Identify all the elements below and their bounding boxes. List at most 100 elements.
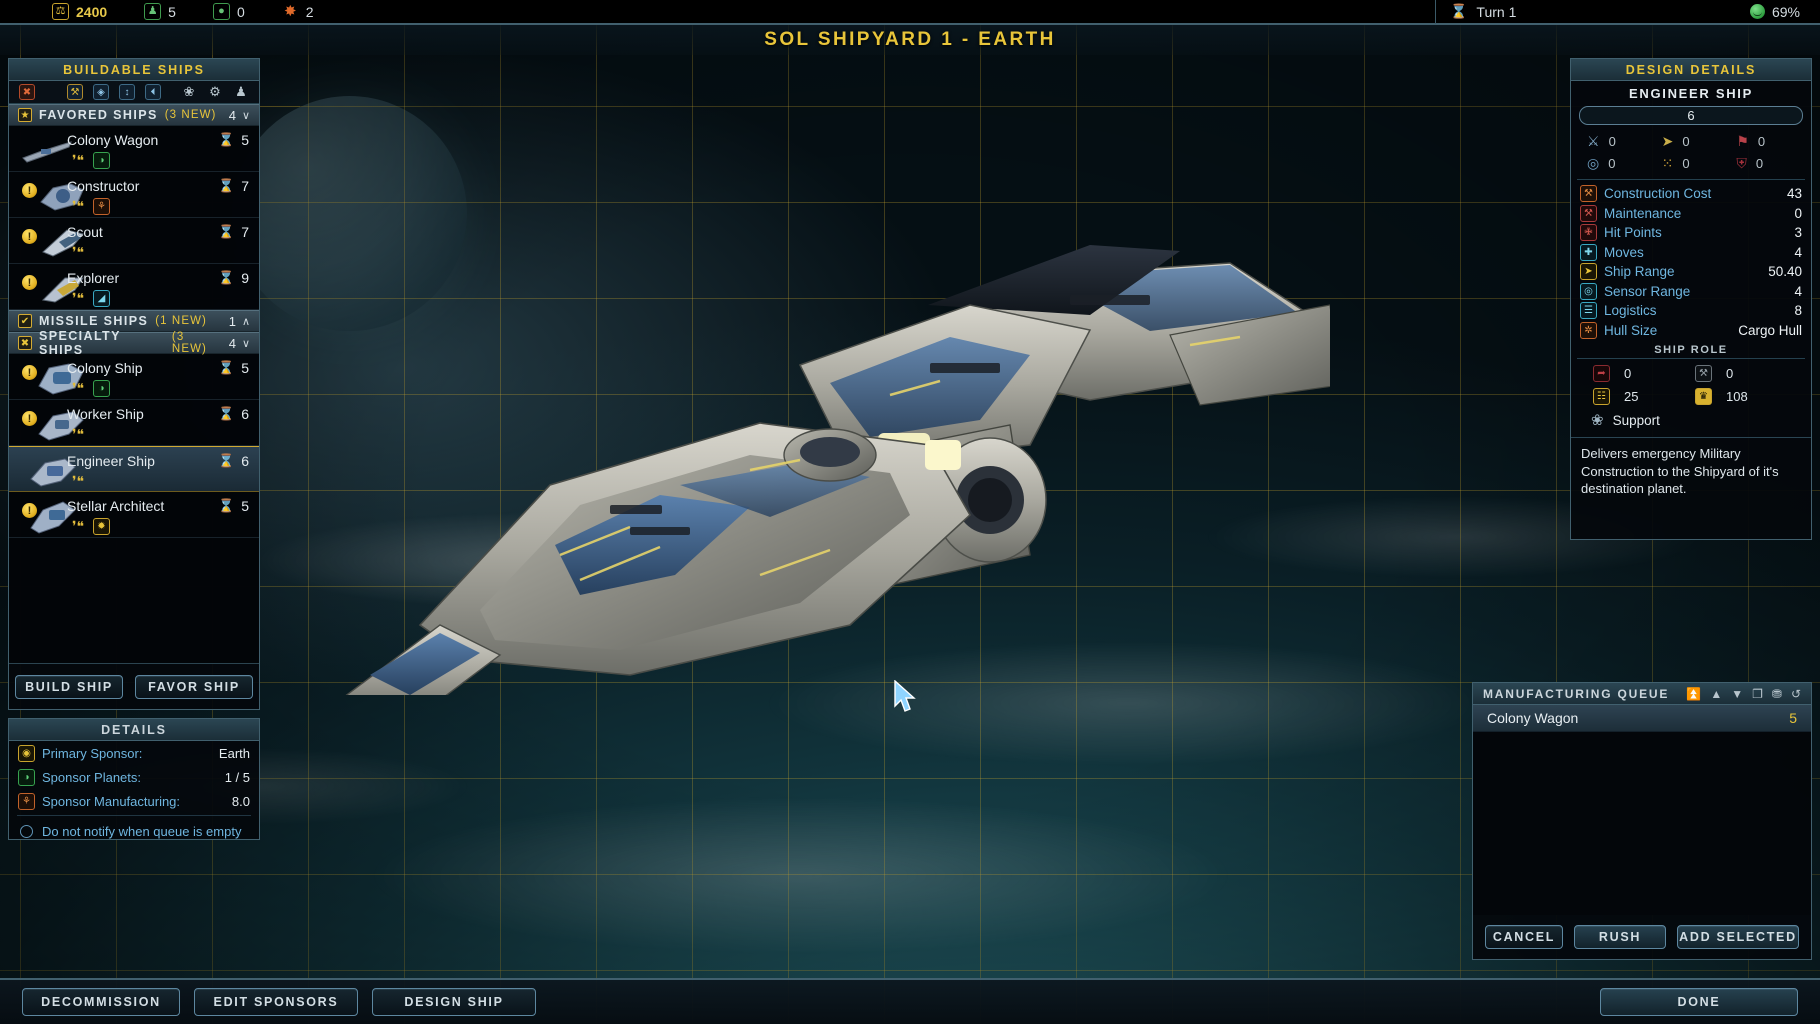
ship-row-worker-ship[interactable]: ! Worker Ship ❜❝ ⌛ 6 — [9, 400, 259, 446]
line-label: Moves — [1604, 244, 1644, 260]
divider — [1577, 179, 1805, 180]
gem-filter-icon[interactable]: ◈ — [93, 84, 109, 100]
chevron-down-icon[interactable]: ∨ — [242, 337, 250, 350]
point-defense-stat: ⁙ 0 — [1654, 155, 1729, 172]
detail-label: Primary Sponsor: — [42, 745, 143, 761]
crown-role-stat: ♛ 108 — [1695, 388, 1797, 405]
explore-badge-icon: ◢ — [93, 290, 110, 307]
rush-button[interactable]: Rush — [1574, 925, 1666, 949]
ship-row-stellar-architect[interactable]: ! Stellar Architect ❜❝ ✹ ⌛ 5 — [9, 492, 259, 538]
role-stat-value: 108 — [1726, 389, 1748, 404]
move-up-icon[interactable]: ▲ — [1710, 687, 1722, 701]
person-icon[interactable]: ♟ — [233, 84, 249, 100]
ship-row-constructor[interactable]: ! Constructor ❜❝ ⚘ ⌛ 7 — [9, 172, 259, 218]
ship-row-colony-wagon[interactable]: Colony Wagon ❜❝ ◑ ⌛ 5 — [9, 126, 259, 172]
role-stat-value: 25 — [1624, 389, 1639, 404]
chevron-up-icon[interactable]: ∧ — [242, 315, 250, 328]
moves-icon: ✚ — [1580, 243, 1597, 261]
ship-name: Colony Wagon — [67, 132, 159, 148]
ship-role-stats: ➦ 0 ⚒ 0 ☷ 25 ♛ 108 — [1571, 363, 1811, 407]
queue-item-colony-wagon[interactable]: Colony Wagon 5 — [1473, 705, 1811, 732]
move-to-top-icon[interactable]: ⏫ — [1686, 687, 1701, 701]
top-resource-bar: ⚖ 2400 ♟ 5 ● 0 ✸ 2 ⌛ Turn 1 69% — [0, 0, 1820, 25]
design-ship-button[interactable]: Design Ship — [372, 988, 536, 1016]
design-line-ship-range: ➤ Ship Range 50.40 — [1571, 262, 1811, 282]
design-line-hull-size: ✲ Hull Size Cargo Hull — [1571, 321, 1811, 341]
line-value: 43 — [1786, 186, 1802, 202]
ship-row-scout[interactable]: ! Scout ❜❝ ⌛ 7 — [9, 218, 259, 264]
done-button[interactable]: Done — [1600, 988, 1798, 1016]
gear-icon[interactable]: ⚙ — [207, 84, 223, 100]
stat-value: 0 — [1682, 156, 1690, 171]
sort-filter-icon[interactable]: ↕ — [119, 84, 135, 100]
duplicate-icon[interactable]: ❐ — [1752, 687, 1763, 701]
favored-star-icon[interactable]: ★ — [18, 108, 32, 122]
build-ship-button[interactable]: Build Ship — [15, 674, 123, 699]
stat-value: 0 — [1608, 134, 1616, 149]
group-label: Favored Ships — [39, 108, 158, 122]
chevron-down-icon[interactable]: ∨ — [242, 109, 250, 122]
delete-icon[interactable]: ⛃ — [1772, 687, 1782, 701]
detail-row-primary-sponsor: ◉ Primary Sponsor: Earth — [9, 741, 259, 765]
line-label: Logistics — [1604, 303, 1657, 319]
stat-value: 0 — [1682, 134, 1690, 149]
cargo-role-stat: ☷ 25 — [1593, 388, 1695, 405]
resource-food[interactable]: ● 0 — [212, 3, 245, 20]
specialty-check-icon[interactable]: ✖ — [18, 336, 32, 350]
edit-sponsors-button[interactable]: Edit Sponsors — [194, 988, 358, 1016]
detail-row-sponsor-planets: ◑ Sponsor Planets: 1 / 5 — [9, 765, 259, 789]
favor-ship-button[interactable]: Favor Ship — [135, 674, 253, 699]
design-line-logistics: ☰ Logistics 8 — [1571, 301, 1811, 321]
notify-radio-icon[interactable] — [20, 824, 33, 838]
population-icon: ♟ — [144, 3, 162, 20]
group-label: Missile Ships — [39, 314, 149, 328]
line-label: Hull Size — [1604, 322, 1658, 338]
treasury-value: 2400 — [76, 3, 108, 20]
cargo-role-icon: ☷ — [1593, 388, 1610, 405]
group-header-favored-ships[interactable]: ★ Favored Ships (3 new) 4 ∨ — [9, 104, 259, 126]
details-header: Details — [9, 719, 259, 741]
ship-row-explorer[interactable]: ! Explorer ❜❝ ◢ ⌛ 9 — [9, 264, 259, 310]
buildable-action-buttons: Build Ship Favor Ship — [9, 663, 259, 709]
group-header-specialty-ships[interactable]: ✖ Specialty Ships (3 new) 4 ∨ — [9, 329, 259, 357]
topbar-right-group: ⌛ Turn 1 69% — [1434, 0, 1820, 24]
detail-value: 1 / 5 — [224, 769, 250, 785]
cancel-button[interactable]: Cancel — [1485, 925, 1563, 949]
design-ship-name: Engineer Ship — [1629, 86, 1753, 101]
decommission-button[interactable]: Decommission — [22, 988, 180, 1016]
line-label: Sensor Range — [1604, 283, 1691, 299]
line-value: 3 — [1794, 225, 1802, 241]
resource-treasury[interactable]: ⚖ 2400 — [52, 3, 107, 20]
line-label: Ship Range — [1604, 264, 1675, 280]
food-value: 0 — [236, 3, 245, 20]
ship-turns: 6 — [241, 453, 249, 469]
queue-item-count: 5 — [1789, 710, 1797, 726]
manufacturing-queue-list[interactable]: Colony Wagon 5 — [1473, 705, 1811, 915]
repeat-icon[interactable]: ↺ — [1791, 687, 1801, 701]
notify-checkbox-row[interactable]: Do not notify when queue is empty — [9, 818, 259, 844]
ship-row-colony-ship[interactable]: ! Colony Ship ❜❝ ◑ ⌛ 5 — [9, 354, 259, 400]
add-selected-button[interactable]: Add Selected — [1677, 925, 1799, 949]
ship-role-icon[interactable]: ❀ — [181, 84, 197, 100]
buildable-ships-list[interactable]: ★ Favored Ships (3 new) 4 ∨ Colony Wagon… — [9, 104, 259, 663]
turn-label: Turn 1 — [1476, 3, 1517, 20]
clear-filter-icon[interactable]: ✖ — [19, 84, 35, 100]
resource-influence[interactable]: ✸ 2 — [282, 3, 314, 20]
turn-indicator[interactable]: ⌛ Turn 1 — [1450, 3, 1750, 20]
hammer-filter-icon[interactable]: ⚒ — [67, 84, 83, 100]
construction-cost-icon: ⚒ — [1580, 185, 1597, 203]
clock-filter-icon[interactable]: ⏴ — [145, 84, 161, 100]
approval-indicator[interactable]: 69% — [1749, 3, 1800, 20]
resource-population[interactable]: ♟ 5 — [144, 3, 176, 20]
sensor-range-icon: ◎ — [1580, 282, 1597, 300]
detail-label: Sponsor Manufacturing: — [42, 793, 181, 809]
approval-value: 69% — [1771, 3, 1800, 20]
shield-defense-stat: ◎ 0 — [1579, 155, 1654, 172]
missile-check-icon[interactable]: ✔ — [18, 314, 32, 328]
notify-label: Do not notify when queue is empty — [42, 823, 242, 839]
screen-title-bar: Sol Shipyard 1 - Earth — [0, 25, 1820, 55]
page-title: Sol Shipyard 1 - Earth — [764, 29, 1056, 50]
colony-wagon-thumbnail — [22, 141, 72, 163]
ship-row-engineer-ship[interactable]: Engineer Ship ❜❝ ⌛ 6 — [9, 446, 259, 492]
move-down-icon[interactable]: ▼ — [1731, 687, 1743, 701]
